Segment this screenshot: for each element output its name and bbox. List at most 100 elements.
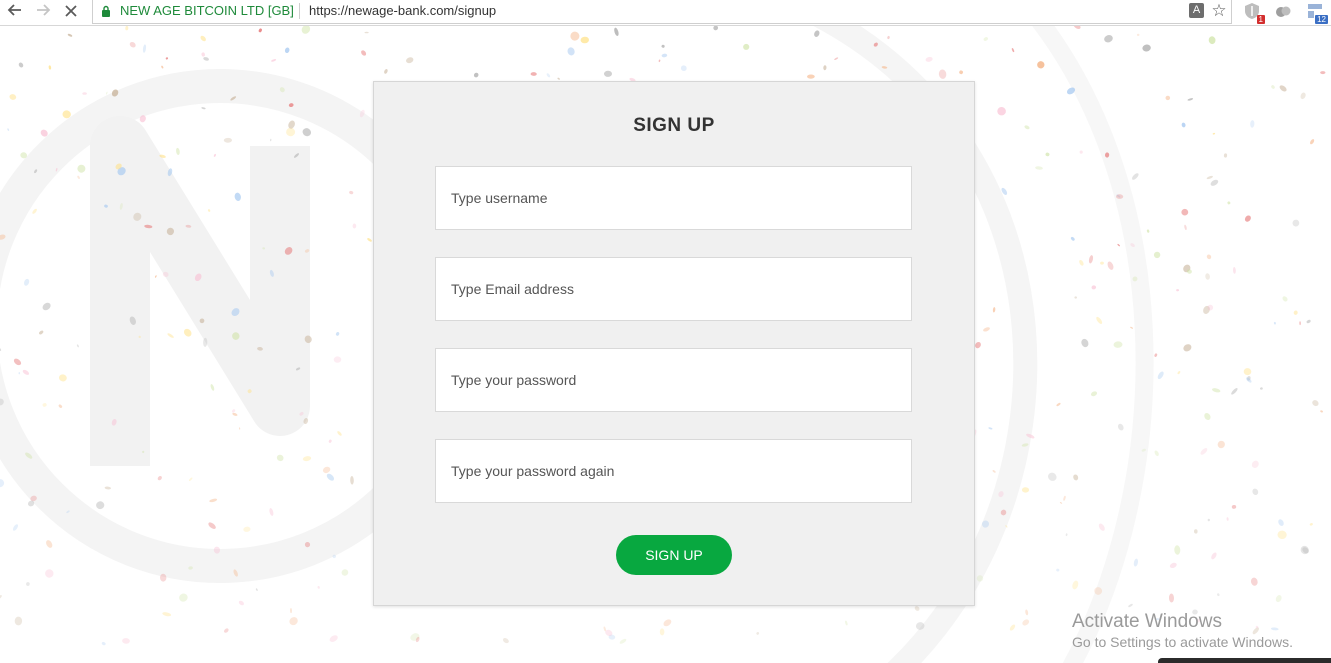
extension-grid[interactable]: 12 <box>1306 2 1328 24</box>
confetti-piece <box>352 223 357 229</box>
confetti-piece <box>1132 173 1139 180</box>
confetti-piece <box>1210 179 1219 186</box>
confetti-piece <box>1244 215 1251 222</box>
confetti-piece <box>159 154 166 158</box>
confetti-piece <box>1021 487 1030 493</box>
confetti-piece <box>959 70 963 75</box>
confetti-piece <box>179 593 188 602</box>
stop-button[interactable] <box>60 2 82 22</box>
confetti-piece <box>658 59 661 63</box>
confetti-piece <box>335 332 340 336</box>
confetti-piece <box>289 617 298 626</box>
confetti-piece <box>162 612 172 617</box>
confetti-piece <box>207 209 211 212</box>
confetti-piece <box>157 475 162 481</box>
confetti-piece <box>1273 321 1276 325</box>
confetti-piece <box>1207 518 1211 522</box>
confetti-piece <box>144 224 153 229</box>
confetti-piece <box>680 65 687 72</box>
confetti-piece <box>1117 243 1120 247</box>
extension-shield[interactable]: 1 <box>1243 2 1265 24</box>
confetti-piece <box>332 554 336 559</box>
confetti-piece <box>203 57 209 61</box>
confetti-piece <box>619 638 627 644</box>
translate-icon[interactable]: A <box>1189 3 1204 18</box>
password-input[interactable] <box>435 348 912 412</box>
confetti-piece <box>104 486 111 490</box>
confetti-piece <box>333 356 342 363</box>
confetti-piece <box>269 138 272 142</box>
confetti-piece <box>1212 132 1216 135</box>
bookmark-star-icon[interactable]: ☆ <box>1210 0 1228 22</box>
confetti-piece <box>104 204 108 208</box>
confetti-piece <box>359 109 365 118</box>
confetti-piece <box>223 137 232 143</box>
confetti-piece <box>232 409 236 413</box>
confetti-piece <box>1000 509 1007 516</box>
confetti-piece <box>12 524 19 531</box>
confetti-piece <box>1037 61 1045 69</box>
confetti-piece <box>185 224 192 228</box>
confetti-piece <box>232 412 238 416</box>
confetti-piece <box>1243 368 1252 376</box>
confetti-piece <box>40 129 48 137</box>
confetti-piece <box>1104 152 1110 158</box>
signup-button[interactable]: SIGN UP <box>616 535 732 575</box>
confetti-piece <box>1183 344 1192 352</box>
forward-button[interactable] <box>32 2 54 22</box>
url-text[interactable]: https://newage-bank.com/signup <box>309 3 496 19</box>
confetti-piece <box>1174 545 1181 555</box>
confetti-piece <box>1300 545 1309 555</box>
confetti-piece <box>258 28 262 33</box>
confetti-piece <box>1063 495 1066 501</box>
confetti-piece <box>66 510 70 514</box>
confetti-piece <box>604 70 612 77</box>
confetti-piece <box>1251 460 1259 468</box>
confetti-piece <box>661 53 668 58</box>
confetti-piece <box>1141 448 1146 452</box>
confetti-piece <box>1094 587 1103 595</box>
confetti-piece <box>48 65 52 70</box>
confetti-piece <box>203 337 208 347</box>
confetti-piece <box>1232 267 1236 274</box>
confetti-piece <box>1056 402 1061 407</box>
confetti-piece <box>992 307 996 313</box>
confetti-piece <box>1072 580 1079 590</box>
confetti-piece <box>26 582 30 586</box>
email-input[interactable] <box>435 257 912 321</box>
confetti-piece <box>46 540 53 548</box>
confetti-piece <box>1116 194 1124 199</box>
confetti-piece <box>183 328 192 337</box>
confetti-piece <box>304 335 312 344</box>
confetti-piece <box>997 106 1006 116</box>
confetti-piece <box>167 333 174 338</box>
ev-certificate-name[interactable]: NEW AGE BITCOIN LTD [GB] <box>120 3 294 19</box>
confetti-piece <box>1320 71 1326 75</box>
username-input[interactable] <box>435 166 912 230</box>
extension-cloud[interactable] <box>1274 2 1292 22</box>
extension-badge: 1 <box>1256 15 1265 24</box>
watermark-subtitle: Go to Settings to activate Windows. <box>1072 634 1293 650</box>
confetti-piece <box>1299 321 1301 326</box>
confetti-piece <box>0 398 4 406</box>
confetti-piece <box>1154 450 1159 457</box>
confetti-piece <box>1184 224 1187 231</box>
confetti-piece <box>1205 273 1210 280</box>
confetti-piece <box>823 65 827 71</box>
back-button[interactable] <box>4 2 26 22</box>
password-confirm-input[interactable] <box>435 439 912 503</box>
address-bar[interactable]: NEW AGE BITCOIN LTD [GB] https://newage-… <box>92 0 1232 24</box>
confetti-piece <box>77 175 80 179</box>
confetti-piece <box>34 169 38 174</box>
confetti-piece <box>1074 296 1077 299</box>
confetti-piece <box>1217 593 1220 597</box>
confetti-piece <box>938 69 947 79</box>
confetti-piece <box>530 72 537 76</box>
confetti-piece <box>39 330 44 335</box>
confetti-piece <box>1088 255 1094 264</box>
confetti-piece <box>663 619 672 627</box>
confetti-piece <box>284 247 293 255</box>
confetti-piece <box>1223 153 1228 158</box>
confetti-piece <box>154 275 157 278</box>
confetti-piece <box>106 91 108 95</box>
